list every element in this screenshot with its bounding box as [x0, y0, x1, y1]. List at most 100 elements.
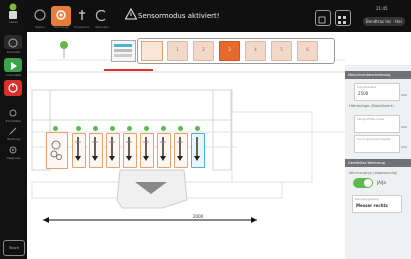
werkzeugbezug-field[interactable]: Werkzeugbezug Messer rechts [352, 195, 402, 213]
sidebar-item-label: Kontrolle [6, 50, 21, 54]
station-start[interactable] [141, 41, 163, 61]
clock-time: 21:45 [376, 6, 388, 11]
station-number: 2 [202, 47, 205, 52]
play-icon [11, 62, 17, 70]
station-cell[interactable]: 2 [193, 41, 214, 61]
sidebar-item-einrichten[interactable] [4, 105, 22, 119]
station-number: 1 [176, 47, 179, 52]
field-unit: mm [401, 125, 407, 129]
menu-icon [338, 16, 346, 24]
field-value: Messer rechts [356, 203, 388, 208]
tool-unit[interactable] [72, 133, 86, 168]
station-number: 6 [306, 47, 309, 52]
tool-unit[interactable] [123, 133, 137, 168]
field-caption: Hoch-Geschwindigkeit [357, 137, 391, 141]
arbeitsbreite-field[interactable]: Arbeitsbreite 2500 [354, 83, 400, 101]
station-cell[interactable]: 1 [167, 41, 188, 61]
sidebar-item-wartung[interactable] [4, 123, 22, 137]
punch-icon [194, 137, 200, 161]
width-dimension: 2000 [191, 214, 206, 219]
machine-workspace: 2000 1 2 3 4 5 6 [27, 32, 345, 259]
sidebar-item-kontrolle[interactable] [4, 35, 22, 49]
punch-icon [126, 137, 132, 161]
menu-button[interactable] [335, 10, 351, 26]
status-dot [144, 126, 149, 131]
machine-thumbnail[interactable] [111, 40, 136, 62]
status-dot [195, 126, 200, 131]
status-dot [76, 126, 81, 131]
logo-icon [9, 3, 17, 19]
tool-unit[interactable] [157, 133, 171, 168]
status-dot [110, 126, 115, 131]
field-caption: Länge EMM-Achse [357, 117, 385, 121]
section-label: Werkzeugtyp (abgewendig) [349, 171, 398, 175]
sidebar-top-label: Laden [8, 20, 19, 24]
tool-unit[interactable] [140, 133, 154, 168]
tool-unit[interactable] [89, 133, 103, 168]
punch-icon [75, 137, 81, 161]
tool-icon [79, 10, 85, 20]
punch-icon [177, 137, 183, 161]
status-dot [127, 126, 132, 131]
gear-icon [56, 10, 66, 20]
punch-icon [143, 137, 149, 161]
left-sidebar: Laden Kontrolle Automatik Einrichten War… [0, 0, 27, 259]
tool-holder[interactable] [46, 132, 68, 169]
clock-icon [34, 9, 46, 21]
sidebar-item-diagnose[interactable] [4, 142, 22, 156]
panel-header: Maschinenbeschreibung [345, 71, 411, 79]
werkzeug-button[interactable] [51, 6, 71, 26]
window-icon [318, 16, 326, 24]
gear-icon [9, 109, 17, 117]
station-cell[interactable]: 6 [297, 41, 318, 61]
station-number: 3 [228, 47, 231, 52]
programm-button[interactable] [72, 6, 92, 26]
station-number: 4 [254, 47, 257, 52]
punch-icon [160, 137, 166, 161]
top-toolbar: Status Werkzeug Programm Beenden Sensorm… [27, 0, 411, 32]
tool-unit[interactable] [106, 133, 120, 168]
station-number: 5 [280, 47, 283, 52]
station-cell[interactable]: 5 [271, 41, 292, 61]
werkzeug-label: Werkzeug [53, 25, 69, 29]
field-value: 2500 [358, 91, 369, 96]
status-dot [53, 126, 58, 131]
power-icon [8, 83, 18, 93]
sidebar-item-label: Automatik [5, 73, 22, 77]
station-cell[interactable]: 4 [245, 41, 266, 61]
emm-length-field[interactable]: Länge EMM-Achse [354, 115, 400, 133]
tool-unit[interactable] [174, 133, 188, 168]
field-unit: mm [401, 93, 407, 97]
sidebar-item-automatik[interactable] [4, 58, 22, 72]
status-dot [178, 126, 183, 131]
session-pill[interactable]: Bendtrac Inc · Hal [363, 17, 405, 26]
properties-panel: Maschinenbeschreibung Arbeitsbreite 2500… [345, 65, 411, 259]
warning-icon [125, 8, 137, 20]
wrench-icon [9, 127, 17, 135]
power-button[interactable] [4, 80, 22, 96]
field-caption: Werkzeugbezug [355, 197, 379, 201]
tool-unit-selected[interactable] [191, 133, 205, 168]
status-label: Status [35, 25, 45, 29]
status-dot [161, 126, 166, 131]
status-dot [93, 126, 98, 131]
punch-icon [109, 137, 115, 161]
beenden-button[interactable] [92, 6, 112, 26]
tool-toggle[interactable] [353, 178, 373, 188]
diagnostic-icon [9, 146, 17, 154]
section-label: Höhenlage (Stabilisiert) [349, 103, 394, 108]
touch-label: Touch [8, 246, 20, 250]
touch-button[interactable]: Touch [3, 240, 25, 256]
exit-icon [95, 9, 106, 22]
window-button[interactable] [315, 10, 331, 26]
info-icon [8, 38, 18, 48]
speed-field[interactable]: Hoch-Geschwindigkeit [354, 135, 400, 153]
field-caption: Arbeitsbreite [357, 85, 377, 89]
status-button[interactable] [30, 6, 50, 26]
panel-header: Gewähltes Werkzeug [345, 159, 411, 167]
station-cell-active[interactable]: 3 [219, 41, 240, 61]
field-unit: mm [401, 145, 407, 149]
programm-label: Programm [74, 25, 90, 29]
sidebar-item-label: Diagnose [6, 156, 21, 160]
sidebar-item-label: Wartung [7, 137, 20, 141]
